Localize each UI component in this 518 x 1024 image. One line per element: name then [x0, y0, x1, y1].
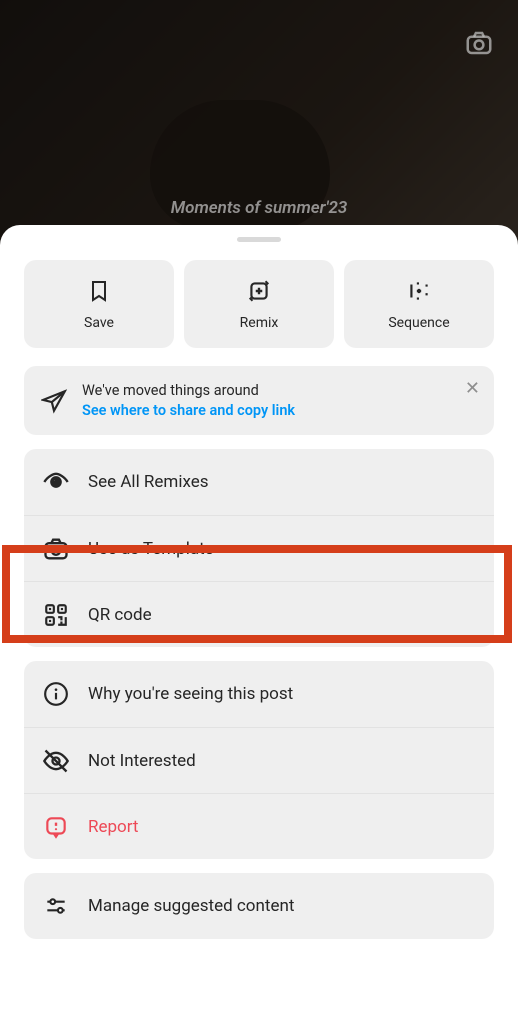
see-all-remixes-label: See All Remixes	[88, 472, 209, 492]
report-icon	[42, 813, 70, 841]
why-seeing-label: Why you're seeing this post	[88, 684, 293, 704]
why-seeing-item[interactable]: Why you're seeing this post	[24, 661, 494, 727]
menu-section-2: Why you're seeing this post Not Interest…	[24, 661, 494, 859]
action-sheet: Save Remix Sequence	[0, 225, 518, 1024]
sliders-icon	[42, 892, 70, 920]
info-icon	[42, 680, 70, 708]
remix-icon	[245, 277, 273, 305]
info-banner[interactable]: We've moved things around See where to s…	[24, 366, 494, 435]
eye-remix-icon	[42, 468, 70, 496]
menu-section-1: See All Remixes Use as Template	[24, 449, 494, 647]
remix-button[interactable]: Remix	[184, 260, 334, 348]
top-actions-row: Save Remix Sequence	[0, 260, 518, 348]
report-label: Report	[88, 817, 138, 837]
not-interested-label: Not Interested	[88, 751, 196, 771]
reel-caption: Moments of summer'23	[0, 198, 518, 218]
bookmark-icon	[85, 277, 113, 305]
send-icon	[40, 387, 68, 415]
manage-suggested-item[interactable]: Manage suggested content	[24, 873, 494, 939]
camera-outline-icon	[42, 535, 70, 563]
close-icon[interactable]: ✕	[465, 380, 480, 398]
menu-section-3: Manage suggested content	[24, 873, 494, 939]
remix-label: Remix	[240, 315, 279, 331]
qr-code-label: QR code	[88, 605, 152, 625]
info-banner-title: We've moved things around	[82, 382, 478, 399]
qr-code-icon	[42, 601, 70, 629]
sequence-icon	[405, 277, 433, 305]
save-button[interactable]: Save	[24, 260, 174, 348]
info-banner-link[interactable]: See where to share and copy link	[82, 402, 478, 419]
eye-off-icon	[42, 747, 70, 775]
manage-suggested-label: Manage suggested content	[88, 896, 294, 916]
not-interested-item[interactable]: Not Interested	[24, 727, 494, 793]
sheet-handle[interactable]	[237, 237, 281, 242]
report-item[interactable]: Report	[24, 793, 494, 859]
see-all-remixes-item[interactable]: See All Remixes	[24, 449, 494, 515]
info-banner-text: We've moved things around See where to s…	[82, 382, 478, 419]
use-as-template-item[interactable]: Use as Template	[24, 515, 494, 581]
qr-code-item[interactable]: QR code	[24, 581, 494, 647]
sequence-button[interactable]: Sequence	[344, 260, 494, 348]
save-label: Save	[84, 315, 114, 331]
camera-icon[interactable]	[464, 28, 494, 58]
use-as-template-label: Use as Template	[88, 539, 214, 559]
sequence-label: Sequence	[388, 315, 449, 331]
